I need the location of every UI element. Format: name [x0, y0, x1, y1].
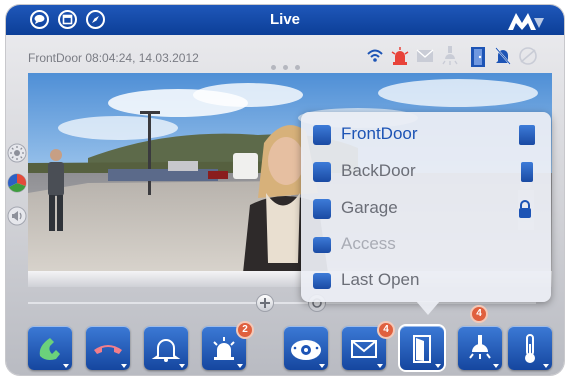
mail-icon — [416, 49, 434, 62]
title-bar: Live — [6, 5, 564, 35]
door-closed-icon — [521, 162, 533, 182]
menu-item-access[interactable]: Access — [301, 228, 551, 262]
mobotix-logo — [506, 10, 546, 37]
menu-pointer — [416, 301, 440, 315]
brightness-icon[interactable] — [6, 142, 28, 164]
back-arrow-icon — [313, 273, 331, 289]
light-count-badge: 4 — [470, 305, 488, 323]
hang-up-button[interactable] — [86, 326, 130, 370]
light-icon — [442, 46, 458, 65]
zoom-in-button[interactable] — [256, 294, 274, 312]
camera-view-button[interactable] — [284, 326, 328, 370]
camera-info: FrontDoor 08:04:24, 14.03.2012 — [28, 51, 199, 65]
volume-icon[interactable] — [6, 205, 28, 227]
temperature-button[interactable] — [508, 326, 552, 370]
menu-item-label: FrontDoor — [341, 124, 418, 143]
door-open-icon — [519, 125, 535, 145]
menu-item-label: Last Open — [341, 270, 420, 289]
door-icon — [313, 162, 331, 182]
wifi-icon — [367, 49, 383, 62]
light-button[interactable] — [458, 326, 502, 370]
menu-item-frontdoor[interactable]: FrontDoor — [301, 118, 551, 152]
access-icon — [313, 237, 331, 253]
door-button[interactable] — [400, 326, 444, 370]
menu-item-label: Access — [341, 234, 396, 253]
zoom-slider-track[interactable] — [28, 302, 536, 304]
door-icon — [471, 47, 485, 67]
globe-icon — [519, 47, 537, 65]
menu-item-label: BackDoor — [341, 161, 416, 180]
accept-call-button[interactable] — [28, 326, 72, 370]
door-icon — [313, 125, 331, 145]
door-menu: FrontDoor BackDoor Garage Access Last Op… — [301, 112, 551, 302]
menu-item-label: Garage — [341, 198, 398, 217]
bell-muted-icon — [495, 47, 511, 65]
alarm-count-badge: 2 — [236, 321, 254, 339]
lock-icon — [519, 200, 531, 218]
alarm-icon — [391, 47, 409, 65]
menu-item-garage[interactable]: Garage — [301, 192, 551, 226]
toolbar: 2 4 4 — [6, 305, 564, 375]
doorbell-button[interactable] — [144, 326, 188, 370]
menu-item-backdoor[interactable]: BackDoor — [301, 155, 551, 189]
menu-item-last-open[interactable]: Last Open — [301, 264, 551, 298]
page-title: Live — [269, 11, 300, 28]
color-icon[interactable] — [6, 172, 28, 194]
app-window: Live FrontDoor 08:04:24, 14.03.2012 Fron… — [6, 5, 564, 375]
message-count-badge: 4 — [377, 321, 395, 339]
door-icon — [313, 199, 331, 219]
